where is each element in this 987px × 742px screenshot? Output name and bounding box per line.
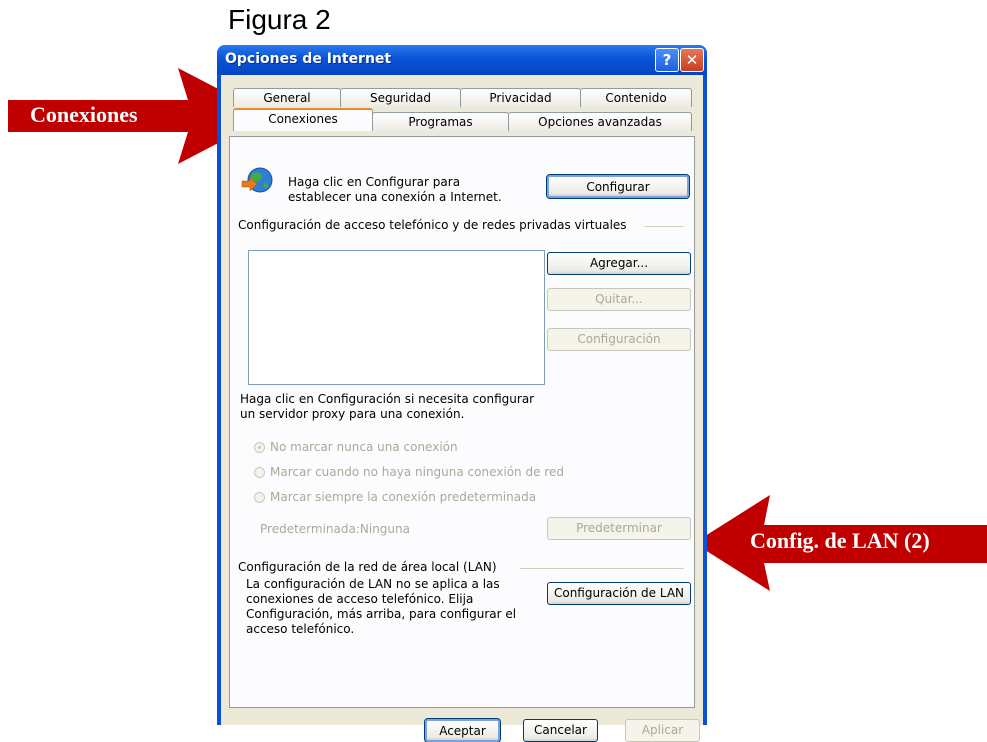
default-label: Predeterminada: <box>260 522 360 536</box>
radio-dial-when-no-network-label: Marcar cuando no haya ninguna conexión d… <box>270 465 564 479</box>
window-title: Opciones de Internet <box>225 51 392 67</box>
tab-seguridad[interactable]: Seguridad <box>340 88 461 107</box>
dialog-client: General Seguridad Privacidad Contenido C… <box>221 75 703 742</box>
radio-never-dial-label: No marcar nunca una conexión <box>270 440 458 454</box>
default-value: Ninguna <box>359 522 410 536</box>
internet-connection-icon <box>240 165 274 201</box>
configuracion-button[interactable]: Configuración <box>547 328 691 351</box>
tab-contenido[interactable]: Contenido <box>580 88 692 107</box>
aplicar-button[interactable]: Aplicar <box>625 719 700 742</box>
agregar-button[interactable]: Agregar... <box>547 252 691 275</box>
connections-list[interactable] <box>248 250 545 385</box>
dialup-group-line <box>644 226 684 227</box>
lan-callout-label: Config. de LAN (2) <box>750 528 930 553</box>
aceptar-button[interactable]: Aceptar <box>424 718 501 742</box>
radio-always-dial[interactable] <box>254 492 265 503</box>
tab-general[interactable]: General <box>233 88 341 107</box>
default-connection-label: Predeterminada:Ninguna <box>260 522 410 537</box>
conexiones-callout-label: Conexiones <box>30 102 138 127</box>
figure-caption: Figura 2 <box>228 4 331 35</box>
tab-conexiones[interactable]: Conexiones <box>233 108 373 131</box>
conexiones-panel: Haga clic en Configurar para establecer … <box>229 136 695 708</box>
configurar-button[interactable]: Configurar <box>546 174 690 199</box>
dialup-group-label: Configuración de acceso telefónico y de … <box>238 218 627 232</box>
quitar-button[interactable]: Quitar... <box>547 288 691 311</box>
radio-dial-when-no-network[interactable] <box>254 467 265 478</box>
setup-description: Haga clic en Configurar para establecer … <box>288 175 502 204</box>
internet-options-dialog: Opciones de Internet ? ✕ General Segurid… <box>217 45 707 742</box>
predeterminar-button[interactable]: Predeterminar <box>547 517 691 540</box>
lan-group-label: Configuración de la red de área local (L… <box>238 560 497 574</box>
radio-always-dial-label: Marcar siempre la conexión predeterminad… <box>270 490 537 504</box>
lan-settings-button[interactable]: Configuración de LAN <box>547 582 691 605</box>
cancelar-button[interactable]: Cancelar <box>523 719 598 742</box>
help-button[interactable]: ? <box>655 48 679 72</box>
tab-opciones-avanzadas[interactable]: Opciones avanzadas <box>508 112 692 131</box>
close-button[interactable]: ✕ <box>680 48 704 72</box>
proxy-description: Haga clic en Configuración si necesita c… <box>240 392 535 421</box>
lan-group-line <box>520 568 684 569</box>
tab-programas[interactable]: Programas <box>372 112 509 131</box>
lan-description: La configuración de LAN no se aplica a l… <box>246 577 517 636</box>
radio-never-dial[interactable] <box>254 442 265 453</box>
title-bar[interactable]: Opciones de Internet ? ✕ <box>217 45 707 75</box>
tab-privacidad[interactable]: Privacidad <box>460 88 581 107</box>
